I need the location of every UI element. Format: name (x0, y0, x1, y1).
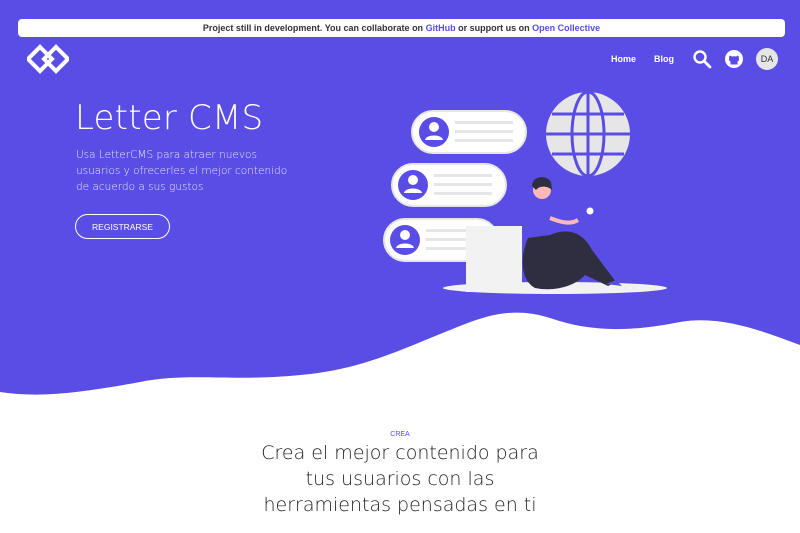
section-title: Crea el mejor contenido para tus usuario… (261, 442, 539, 516)
globe-icon (546, 90, 630, 178)
person-illustration (522, 177, 622, 290)
nav-blog[interactable]: Blog (654, 54, 674, 64)
banner-text-prefix: Project still in development. You can co… (202, 23, 424, 33)
github-icon[interactable] (724, 49, 744, 69)
banner-text-middle: or support us on (458, 23, 530, 33)
github-link[interactable]: GitHub (426, 23, 456, 33)
section-label: CREA (390, 431, 410, 438)
avatar[interactable]: DA (756, 48, 778, 70)
dev-banner: Project still in development. You can co… (18, 19, 785, 37)
opencollective-link[interactable]: Open Collective (532, 23, 600, 33)
hero-title: Letter CMS (75, 98, 264, 138)
search-icon[interactable] (692, 49, 712, 69)
register-button[interactable]: REGISTRARSE (75, 214, 170, 239)
hero-description: Usa LetterCMS para atraer nuevos usuario… (76, 149, 288, 193)
chat-card-1 (411, 110, 527, 154)
hero-illustration (383, 90, 667, 294)
nav-home[interactable]: Home (611, 54, 636, 64)
top-nav: Home Blog DA (611, 47, 778, 71)
logo-icon[interactable] (27, 43, 69, 75)
chat-card-2 (391, 163, 507, 207)
